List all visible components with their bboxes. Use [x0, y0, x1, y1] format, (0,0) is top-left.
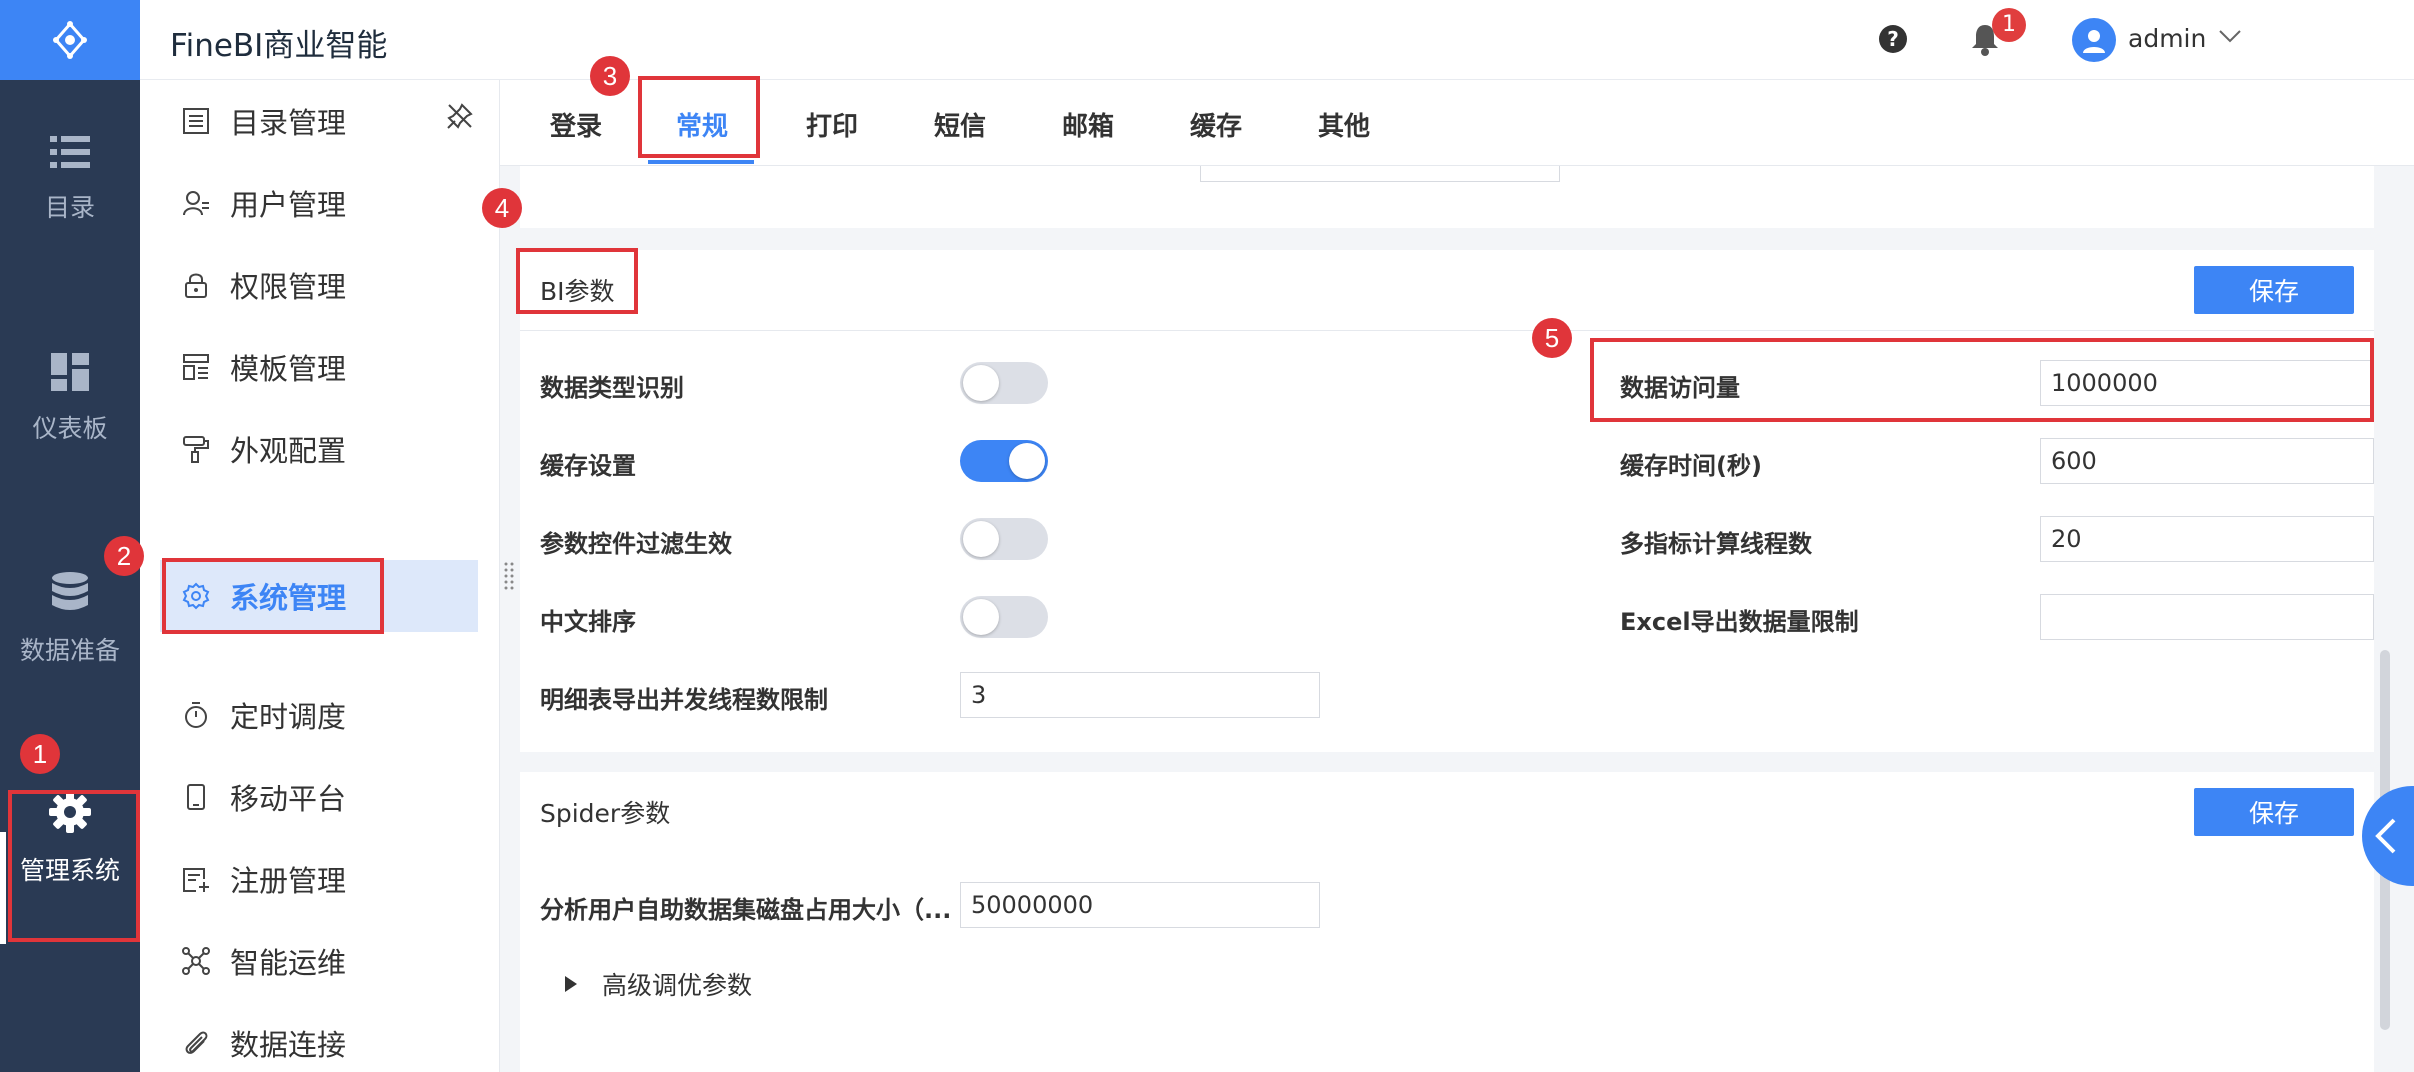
submenu-item-appearance[interactable]: 外观配置 — [160, 414, 478, 484]
bi-params-divider — [520, 330, 2374, 331]
excel-export-limit-input[interactable] — [2040, 594, 2374, 640]
cache-time-label: 缓存时间(秒) — [1620, 452, 1762, 480]
disk-usage-input[interactable]: 50000000 — [960, 882, 1320, 928]
cache-setting-label: 缓存设置 — [540, 452, 636, 480]
avatar[interactable] — [2072, 18, 2116, 62]
template-icon — [183, 354, 209, 380]
paperclip-icon — [185, 1031, 208, 1054]
bi-params-card: BI参数 保存 数据类型识别 缓存设置 参数控件过滤生效 中文排序 明细表导出并… — [520, 250, 2374, 752]
spider-params-title: Spider参数 — [540, 799, 671, 828]
data-type-detection-label: 数据类型识别 — [540, 374, 684, 402]
caret-right-icon — [565, 976, 577, 992]
submenu-item-mobile[interactable]: 移动平台 — [160, 762, 478, 832]
advanced-tuning-toggle[interactable]: 高级调优参数 — [564, 966, 752, 1002]
network-icon — [182, 947, 210, 975]
chevron-left-icon — [2375, 818, 2396, 854]
submenu-item-ops[interactable]: 智能运维 — [160, 926, 478, 996]
submenu-item-label: 注册管理 — [230, 864, 347, 898]
disk-usage-label: 分析用户自助数据集磁盘占用大小（... — [540, 896, 952, 924]
chevron-down-icon[interactable] — [2218, 28, 2242, 44]
cache-time-input[interactable]: 600 — [2040, 438, 2374, 484]
submenu-item-connections[interactable]: 数据连接 — [160, 1008, 478, 1072]
register-icon — [183, 868, 209, 892]
user-avatar-icon — [2083, 30, 2105, 53]
mobile-icon — [187, 784, 205, 810]
submenu-item-label: 权限管理 — [230, 270, 347, 304]
resize-grip-icon[interactable] — [504, 562, 514, 590]
submenu-item-label: 目录管理 — [230, 106, 347, 140]
excel-export-limit-label: Excel导出数据量限制 — [1620, 608, 1859, 636]
tab-print[interactable]: 打印 — [806, 106, 858, 143]
multi-metric-threads-label: 多指标计算线程数 — [1620, 530, 1812, 558]
app-logo[interactable] — [0, 0, 140, 80]
svg-text:?: ? — [1887, 27, 1899, 51]
rail-item-label: 仪表板 — [32, 414, 108, 443]
data-type-detection-toggle[interactable] — [960, 362, 1048, 404]
bi-params-save-button[interactable]: 保存 — [2194, 266, 2354, 314]
chinese-sort-label: 中文排序 — [540, 608, 636, 636]
submenu-item-label: 智能运维 — [230, 946, 347, 980]
submenu-item-label: 模板管理 — [230, 352, 347, 386]
directory-icon — [183, 108, 209, 134]
submenu-item-label: 数据连接 — [230, 1028, 347, 1062]
annotation-badge-2: 2 — [104, 536, 144, 576]
export-threads-input[interactable]: 3 — [960, 672, 1320, 718]
multi-metric-threads-input[interactable]: 20 — [2040, 516, 2374, 562]
annotation-badge-4: 4 — [482, 188, 522, 228]
previous-section-input[interactable] — [1200, 166, 1560, 182]
submenu-item-permissions[interactable]: 权限管理 — [160, 250, 478, 320]
help-icon[interactable]: ? — [1878, 24, 1908, 54]
submenu-item-label: 用户管理 — [230, 188, 347, 222]
timer-icon — [185, 702, 207, 728]
submenu-item-register[interactable]: 注册管理 — [160, 844, 478, 914]
chinese-sort-toggle[interactable] — [960, 596, 1048, 638]
rail-item-label: 数据准备 — [19, 636, 120, 665]
tab-other[interactable]: 其他 — [1318, 106, 1370, 143]
rail-item-directory[interactable]: 目录 — [0, 104, 140, 254]
lock-icon — [185, 273, 207, 298]
tab-email[interactable]: 邮箱 — [1062, 106, 1114, 143]
submenu-item-directory[interactable]: 目录管理 — [160, 86, 478, 156]
settings-tabs: 登录 常规 打印 短信 邮箱 缓存 其他 — [500, 80, 2414, 166]
annotation-badge-5: 5 — [1532, 318, 1572, 358]
submenu-item-label: 定时调度 — [230, 700, 347, 734]
param-filter-toggle[interactable] — [960, 518, 1048, 560]
logo-icon — [53, 21, 87, 59]
spider-params-save-button[interactable]: 保存 — [2194, 788, 2354, 836]
rail-active-indicator — [0, 832, 6, 944]
tab-login[interactable]: 登录 — [550, 106, 602, 143]
highlight-system-menu — [162, 558, 384, 634]
previous-section-card — [520, 166, 2374, 228]
paint-roller-icon — [183, 436, 209, 463]
export-threads-label: 明细表导出并发线程数限制 — [540, 686, 828, 714]
settings-content: BI参数 保存 数据类型识别 缓存设置 参数控件过滤生效 中文排序 明细表导出并… — [500, 166, 2414, 1072]
rail-item-label: 目录 — [44, 193, 95, 222]
advanced-tuning-label: 高级调优参数 — [602, 971, 753, 1000]
username-label[interactable]: admin — [2128, 24, 2206, 53]
rail-item-dashboard[interactable]: 仪表板 — [0, 324, 140, 474]
param-filter-label: 参数控件过滤生效 — [540, 530, 732, 558]
notification-badge: 1 — [1992, 8, 2026, 42]
dashboard-icon — [51, 353, 89, 391]
submenu-item-users[interactable]: 用户管理 — [160, 168, 478, 238]
submenu-item-schedule[interactable]: 定时调度 — [160, 680, 478, 750]
app-title: FineBI商业智能 — [170, 28, 388, 64]
submenu-item-label: 移动平台 — [230, 782, 347, 816]
tab-cache[interactable]: 缓存 — [1190, 106, 1242, 143]
submenu-item-label: 外观配置 — [230, 434, 347, 468]
highlight-data-access — [1590, 338, 2374, 422]
tab-sms[interactable]: 短信 — [934, 106, 986, 143]
user-icon — [183, 191, 209, 216]
annotation-badge-1: 1 — [20, 734, 60, 774]
cache-setting-toggle[interactable] — [960, 440, 1048, 482]
list-icon — [50, 136, 90, 168]
highlight-general-tab — [638, 76, 760, 158]
active-tab-indicator — [648, 160, 754, 164]
highlight-bi-params — [516, 248, 638, 314]
annotation-badge-3: 3 — [590, 56, 630, 96]
highlight-admin-rail — [8, 790, 140, 942]
spider-params-card: Spider参数 保存 分析用户自助数据集磁盘占用大小（... 50000000… — [520, 772, 2374, 1072]
submenu-item-templates[interactable]: 模板管理 — [160, 332, 478, 402]
database-icon — [52, 572, 88, 610]
